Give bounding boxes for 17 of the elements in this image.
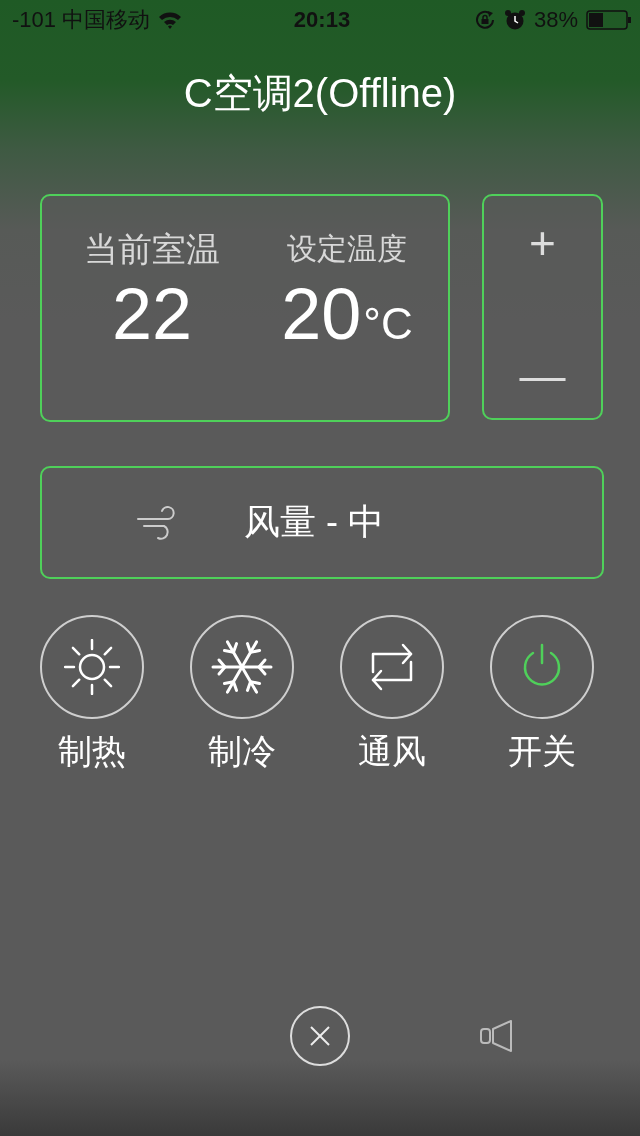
carrier-text: -101 中国移动 xyxy=(12,6,151,34)
current-temp-value: 22 xyxy=(111,274,193,354)
current-temp-label: 当前室温 xyxy=(84,229,220,270)
screen-title: C空调2(Offline) xyxy=(183,70,457,117)
decrease-button[interactable]: — xyxy=(509,350,576,400)
unit-label: °C xyxy=(363,298,413,350)
mode-label: 制冷 xyxy=(208,731,276,772)
fan-speed-label: 风量 - 中 xyxy=(244,500,384,544)
set-temp-value: 20 xyxy=(281,274,362,354)
battery-percent: 38% xyxy=(533,7,578,33)
clock-time: 20:13 xyxy=(293,7,351,33)
increase-button[interactable]: + xyxy=(519,218,566,268)
set-temp-label: 设定温度 xyxy=(287,231,407,267)
mode-label: 开关 xyxy=(508,731,576,772)
mode-label: 制热 xyxy=(58,731,126,772)
fan-speed-button[interactable]: 风量 - 中 xyxy=(40,466,604,579)
mode-label: 通风 xyxy=(358,731,426,772)
